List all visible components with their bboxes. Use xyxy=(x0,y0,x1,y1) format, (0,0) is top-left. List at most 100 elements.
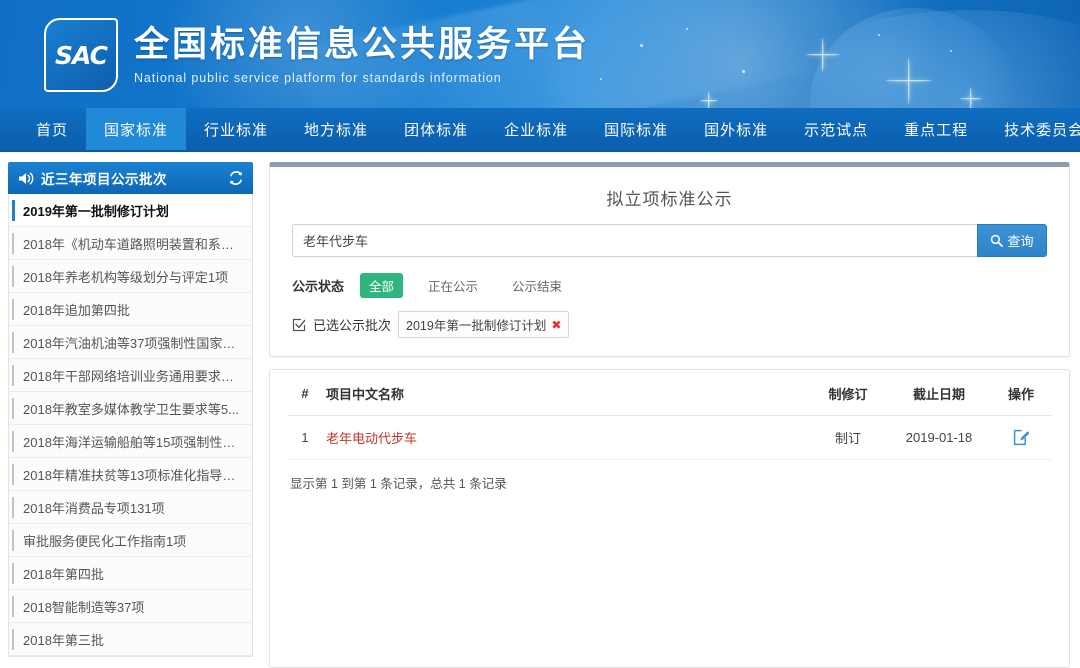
nav-item-5[interactable]: 企业标准 xyxy=(486,108,586,150)
sac-logo-icon: SAC xyxy=(44,18,118,92)
nav-item-6[interactable]: 国际标准 xyxy=(586,108,686,150)
main-navigation: 首页 国家标准 行业标准 地方标准 团体标准 企业标准 国际标准 国外标准 示范… xyxy=(0,108,1080,152)
sidebar-item-2[interactable]: 2018年养老机构等级划分与评定1项 xyxy=(9,260,252,293)
sidebar-item-label: 2018年追加第四批 xyxy=(23,302,130,318)
sidebar-item-list: 2019年第一批制修订计划 2018年《机动车道路照明装置和系统... 2018… xyxy=(8,194,253,657)
status-option-2[interactable]: 公示结束 xyxy=(503,273,571,298)
selected-batch-tag-text: 2019年第一批制修订计划 xyxy=(406,319,547,333)
speaker-icon xyxy=(17,171,34,186)
results-table-body: 1 老年电动代步车 制订 2019-01-18 xyxy=(288,415,1051,460)
nav-item-3[interactable]: 地方标准 xyxy=(286,108,386,150)
sidebar-item-3[interactable]: 2018年追加第四批 xyxy=(9,293,252,326)
nav-item-7[interactable]: 国外标准 xyxy=(686,108,786,150)
sidebar-item-13[interactable]: 2018年第三批 xyxy=(9,623,252,656)
sidebar-item-9[interactable]: 2018年消费品专项131项 xyxy=(9,491,252,524)
search-row: 查询 xyxy=(292,224,1047,257)
sidebar-item-8[interactable]: 2018年精准扶贫等13项标准化指导性... xyxy=(9,458,252,491)
nav-item-4[interactable]: 团体标准 xyxy=(386,108,486,150)
nav-label: 首页 xyxy=(36,121,69,139)
status-option-1[interactable]: 正在公示 xyxy=(419,273,487,298)
column-header-deadline: 截止日期 xyxy=(887,370,991,416)
site-title-group: 全国标准信息公共服务平台 National public service pla… xyxy=(134,25,590,84)
results-panel: # 项目中文名称 制修订 截止日期 操作 1 老年电动代步车 制订 2019-0… xyxy=(269,369,1070,668)
sidebar-item-5[interactable]: 2018年干部网络培训业务通用要求等... xyxy=(9,359,252,392)
sidebar-item-label: 审批服务便民化工作指南1项 xyxy=(23,533,187,549)
sidebar-item-12[interactable]: 2018智能制造等37项 xyxy=(9,590,252,623)
nav-item-2[interactable]: 行业标准 xyxy=(186,108,286,150)
status-filter-label: 公示状态 xyxy=(292,279,345,294)
nav-label: 地方标准 xyxy=(304,121,369,139)
search-input[interactable] xyxy=(292,224,977,257)
nav-label: 示范试点 xyxy=(804,121,869,139)
column-header-action: 操作 xyxy=(991,370,1051,416)
banner-dot-5 xyxy=(600,78,602,80)
search-button[interactable]: 查询 xyxy=(977,224,1047,257)
sidebar-title: 近三年项目公示批次 xyxy=(41,172,167,187)
nav-item-9[interactable]: 重点工程 xyxy=(886,108,986,150)
sidebar-item-0[interactable]: 2019年第一批制修订计划 xyxy=(9,194,252,227)
nav-item-8[interactable]: 示范试点 xyxy=(786,108,886,150)
nav-item-1[interactable]: 国家标准 xyxy=(86,108,187,150)
project-name-link[interactable]: 老年电动代步车 xyxy=(326,431,417,446)
banner-dot-3 xyxy=(742,70,745,73)
sidebar-item-1[interactable]: 2018年《机动车道路照明装置和系统... xyxy=(9,227,252,260)
table-header-row: # 项目中文名称 制修订 截止日期 操作 xyxy=(288,370,1051,416)
sidebar-item-label: 2018年精准扶贫等13项标准化指导性... xyxy=(23,467,244,483)
column-header-name: 项目中文名称 xyxy=(322,370,809,416)
selected-batch-label: 已选公示批次 xyxy=(313,318,392,333)
sidebar-batch-panel: 近三年项目公示批次 2019年第一批制修订计划 2018年《机动车道路照明装置和… xyxy=(8,162,253,668)
column-header-index: # xyxy=(288,370,322,416)
sidebar-item-label: 2018年《机动车道路照明装置和系统... xyxy=(23,236,244,252)
nav-item-0[interactable]: 首页 xyxy=(18,108,86,150)
cell-action xyxy=(991,415,1051,460)
banner-dot-6 xyxy=(950,50,952,52)
sidebar-item-10[interactable]: 审批服务便民化工作指南1项 xyxy=(9,524,252,557)
edit-document-icon[interactable] xyxy=(995,428,1047,447)
banner-dot-2 xyxy=(686,28,688,30)
sidebar-item-label: 2018年汽油机油等37项强制性国家标... xyxy=(23,335,244,351)
sidebar-item-11[interactable]: 2018年第四批 xyxy=(9,557,252,590)
status-option-0[interactable]: 全部 xyxy=(360,273,404,298)
results-table: # 项目中文名称 制修订 截止日期 操作 1 老年电动代步车 制订 2019-0… xyxy=(288,370,1051,460)
cell-deadline: 2019-01-18 xyxy=(887,415,991,460)
selected-batch-row: 已选公示批次 2019年第一批制修订计划 ✖ xyxy=(292,311,1047,338)
cell-index: 1 xyxy=(288,415,322,460)
sidebar-item-4[interactable]: 2018年汽油机油等37项强制性国家标... xyxy=(9,326,252,359)
remove-batch-icon[interactable]: ✖ xyxy=(551,318,561,332)
results-table-head: # 项目中文名称 制修订 截止日期 操作 xyxy=(288,370,1051,416)
sidebar-item-7[interactable]: 2018年海洋运输船舶等15项强制性国... xyxy=(9,425,252,458)
check-square-icon xyxy=(292,318,306,332)
site-title-chinese: 全国标准信息公共服务平台 xyxy=(134,25,591,65)
sidebar-item-label: 2018年养老机构等级划分与评定1项 xyxy=(23,269,229,285)
nav-label: 国际标准 xyxy=(604,121,669,139)
site-header-banner: SAC 全国标准信息公共服务平台 National public service… xyxy=(0,0,1080,108)
page-body: 近三年项目公示批次 2019年第一批制修订计划 2018年《机动车道路照明装置和… xyxy=(0,152,1080,668)
nav-label: 国家标准 xyxy=(104,121,169,139)
nav-label: 技术委员会 xyxy=(1004,121,1080,139)
status-filter-row: 公示状态 全部 正在公示 公示结束 xyxy=(292,273,1047,298)
search-button-label: 查询 xyxy=(1007,234,1034,249)
search-icon xyxy=(990,234,1004,247)
sidebar-header: 近三年项目公示批次 xyxy=(8,162,253,194)
nav-label: 团体标准 xyxy=(404,121,469,139)
page-title: 拟立项标准公示 xyxy=(606,190,733,209)
sac-logo-text: SAC xyxy=(55,40,108,70)
nav-item-10[interactable]: 技术委员会 xyxy=(986,108,1080,150)
sidebar-item-label: 2018年消费品专项131项 xyxy=(23,500,165,516)
nav-label: 国外标准 xyxy=(704,121,769,139)
cell-revision: 制订 xyxy=(809,415,887,460)
nav-label: 企业标准 xyxy=(504,121,569,139)
search-panel: 拟立项标准公示 查询 公示状态 全部 正在公示 公示结束 xyxy=(269,162,1070,357)
refresh-icon[interactable] xyxy=(228,170,244,186)
site-logo-block[interactable]: SAC 全国标准信息公共服务平台 National public service… xyxy=(44,18,590,92)
column-header-revision: 制修订 xyxy=(809,370,887,416)
sidebar-item-label: 2018年海洋运输船舶等15项强制性国... xyxy=(23,434,244,450)
banner-dot-4 xyxy=(878,34,880,36)
selected-batch-tag[interactable]: 2019年第一批制修订计划 ✖ xyxy=(398,311,570,338)
sidebar-item-label: 2019年第一批制修订计划 xyxy=(23,203,169,219)
table-row[interactable]: 1 老年电动代步车 制订 2019-01-18 xyxy=(288,415,1051,460)
main-content: 拟立项标准公示 查询 公示状态 全部 正在公示 公示结束 xyxy=(269,162,1070,668)
sidebar-item-6[interactable]: 2018年教室多媒体教学卫生要求等5... xyxy=(9,392,252,425)
sidebar-item-label: 2018智能制造等37项 xyxy=(23,599,145,615)
site-title-english: National public service platform for sta… xyxy=(134,70,502,85)
